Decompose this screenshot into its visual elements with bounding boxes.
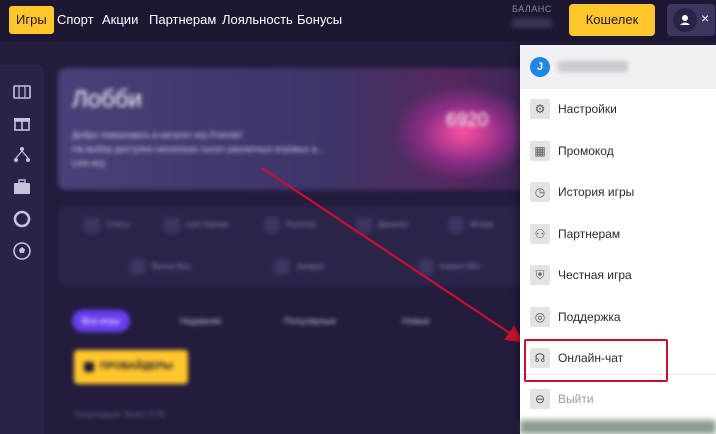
nav-item-loyalty[interactable]: Лояльность — [222, 6, 293, 34]
partners-icon[interactable] — [11, 144, 33, 166]
providers-button[interactable]: ПРОВАЙДЕРЫ — [74, 350, 188, 384]
menu-item-promocode[interactable]: ▦ Промокод — [520, 136, 716, 170]
briefcase-icon[interactable] — [11, 176, 33, 198]
balance-label: БАЛАНС — [512, 4, 552, 14]
menu-item-label: Промокод — [558, 144, 614, 158]
menu-item-settings[interactable]: ⚙ Настройки — [520, 94, 716, 128]
user-name-hidden — [558, 61, 628, 72]
filter-chip[interactable]: Рулетка — [264, 216, 316, 234]
hero-image — [398, 88, 528, 178]
hero-number: 6920 — [446, 110, 489, 131]
balance-value-hidden — [512, 18, 552, 28]
shield-icon: ⛨ — [530, 265, 550, 285]
left-sidebar — [0, 65, 44, 434]
avatar: J — [530, 57, 550, 77]
nav-item-bonuses[interactable]: Бонусы — [297, 6, 342, 34]
soccer-ball-icon[interactable] — [11, 240, 33, 262]
gift-icon[interactable] — [11, 112, 33, 134]
menu-item-game-history[interactable]: ◷ История игры — [520, 177, 716, 211]
nav-item-partners[interactable]: Партнерам — [149, 6, 216, 34]
user-menu-button[interactable]: × — [667, 4, 715, 36]
blurred-background-strip — [520, 420, 716, 434]
lobby-text-line-1: Добро пожаловать в каталог игр Friends! — [72, 130, 243, 140]
lifebuoy-icon[interactable] — [11, 208, 33, 230]
games-count: Популярные: Всего 2731 — [74, 410, 166, 419]
menu-item-label: Выйти — [558, 392, 594, 406]
menu-item-partners[interactable]: ⚇ Партнерам — [520, 219, 716, 253]
menu-item-label: Настройки — [558, 102, 617, 116]
wallet-button[interactable]: Кошелек — [569, 4, 655, 36]
menu-item-label: История игры — [558, 185, 635, 199]
user-icon — [673, 8, 697, 32]
menu-item-label: Партнерам — [558, 227, 621, 241]
category-tab-recent[interactable]: Недавние — [180, 310, 221, 332]
top-navigation-bar: Игры Спорт Акции Партнерам Лояльность Бо… — [0, 0, 716, 42]
nav-item-games[interactable]: Игры — [9, 6, 54, 34]
menu-item-label: Поддержка — [558, 310, 621, 324]
category-tab-all[interactable]: Все игры — [72, 310, 130, 332]
category-tab-popular[interactable]: Популярные — [284, 310, 336, 332]
menu-item-support[interactable]: ◎ Поддержка — [520, 302, 716, 336]
filter-chip[interactable]: Мгнов — [448, 216, 493, 234]
clock-icon: ◷ — [530, 182, 550, 202]
nav-item-promotions[interactable]: Акции — [102, 6, 138, 34]
close-icon[interactable]: × — [701, 10, 709, 26]
filter-chip[interactable]: Instant Win — [418, 258, 480, 276]
annotation-highlight-box — [524, 339, 668, 382]
nav-item-sport[interactable]: Спорт — [57, 6, 94, 34]
filter-chip[interactable]: Jackpot — [274, 258, 324, 276]
menu-item-label: Честная игра — [558, 268, 632, 282]
filter-chip[interactable]: Джекпот — [356, 216, 409, 234]
gear-icon: ⚙ — [530, 99, 550, 119]
menu-item-fair-play[interactable]: ⛨ Честная игра — [520, 260, 716, 294]
category-tab-new[interactable]: Новые — [402, 310, 430, 332]
partners-icon: ⚇ — [530, 224, 550, 244]
lobby-text-line-3: Live-игр. — [72, 158, 108, 168]
menu-item-logout[interactable]: ⊖ Выйти — [520, 384, 716, 418]
filter-chip[interactable]: Bonus Buy — [130, 258, 191, 276]
filter-chip[interactable]: Слоты — [84, 216, 130, 234]
logout-icon: ⊖ — [530, 389, 550, 409]
lobby-title: Лобби — [72, 86, 142, 113]
slot-machine-icon[interactable] — [11, 81, 33, 103]
promo-gift-icon: ▦ — [530, 141, 550, 161]
lobby-text-line-2: На выбор доступно несколько тысяч различ… — [72, 144, 325, 154]
filter-chip[interactable]: Live Games — [164, 216, 229, 234]
lobby-hero-banner: 6920 Лобби Добро пожаловать в каталог иг… — [58, 68, 552, 190]
lifebuoy-icon: ◎ — [530, 307, 550, 327]
lobby-content: 6920 Лобби Добро пожаловать в каталог иг… — [56, 64, 556, 434]
game-filters-panel: Слоты Live Games Рулетка Джекпот Мгнов B… — [58, 206, 552, 286]
dropdown-user-header[interactable]: J — [520, 45, 716, 89]
